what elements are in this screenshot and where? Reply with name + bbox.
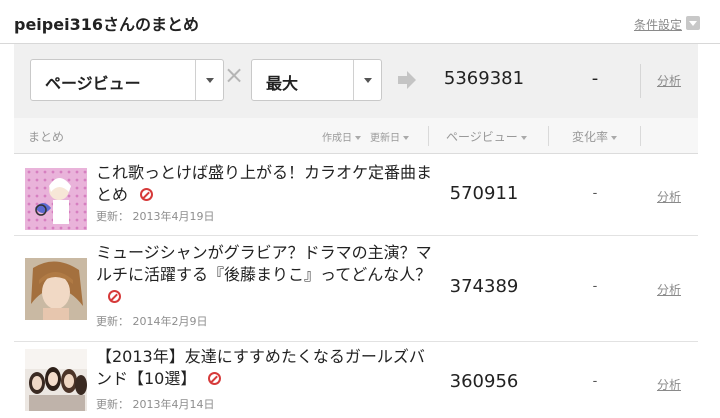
article-title[interactable]: ミュージシャンがグラビア？ドラマの主演？マルチに活躍する『後藤まりこ』ってどんな… [96,242,432,308]
updated-date: 更新： 2014年2月9日 [96,315,208,328]
sort-arrow-icon [403,136,409,140]
chevron-down-icon[interactable] [686,16,700,30]
total-change: - [591,68,599,89]
sort-pageviews[interactable]: ページビュー [446,128,527,145]
sort-pageviews-label: ページビュー [446,130,518,144]
sort-change-rate-label: 変化率 [572,130,609,144]
table-header: まとめ 作成日 更新日 ページビュー 変化率 [14,118,698,154]
divider [548,126,549,146]
updated-date: 更新： 2013年4月14日 [96,398,215,411]
divider [640,126,641,146]
divider [428,126,429,146]
thumbnail-image[interactable] [25,168,87,230]
chevron-down-icon[interactable] [353,60,381,100]
total-pageviews: 5369381 [443,68,525,89]
page-title: peipei316さんのまとめ [14,15,199,34]
metric-select-value: ページビュー [45,74,141,93]
filter-controls: ページビュー × 最大 5369381 - 分析 [14,44,698,118]
ban-icon [208,372,222,385]
change-rate: - [592,279,598,294]
sort-arrow-icon [520,135,527,140]
times-icon: × [223,61,245,89]
table-row: ミュージシャンがグラビア？ドラマの主演？マルチに活躍する『後藤まりこ』ってどんな… [14,236,698,342]
sort-updated-label: 更新日 [370,133,400,144]
range-select-value: 最大 [266,74,299,93]
ban-icon [108,290,121,303]
sort-updated[interactable]: 更新日 [370,129,409,144]
thumbnail-image[interactable] [25,349,87,411]
table-row: 【2013年】友達にすすめたくなるガールズバンド【10選】 更新： 2013年4… [14,342,698,418]
sort-created-label: 作成日 [322,133,352,144]
ban-icon [140,188,154,201]
page-header: peipei316さんのまとめ 条件設定 [0,0,720,44]
arrow-right-icon [398,71,416,89]
table-row: これ歌っとけば盛り上がる！カラオケ定番曲まとめ 更新： 2013年4月19日 5… [14,154,698,236]
thumbnail-image[interactable] [25,258,87,320]
total-analyze-link[interactable]: 分析 [644,72,694,89]
divider [640,64,641,98]
sort-change-rate[interactable]: 変化率 [572,128,618,145]
change-rate: - [592,186,598,201]
article-title-text[interactable]: ミュージシャンがグラビア？ドラマの主演？マルチに活躍する『後藤まりこ』ってどんな… [96,243,432,284]
pageview-count: 374389 [449,276,519,297]
chevron-down-icon[interactable] [195,60,223,100]
column-summary: まとめ [28,130,65,144]
metric-select[interactable]: ページビュー [30,59,224,101]
pageview-count: 360956 [449,371,519,392]
analyze-link[interactable]: 分析 [644,188,694,205]
condition-settings-link[interactable]: 条件設定 [634,16,682,33]
article-title-text[interactable]: 【2013年】友達にすすめたくなるガールズバンド【10選】 [96,347,425,388]
sort-arrow-icon [355,136,361,140]
analyze-link[interactable]: 分析 [644,376,694,393]
change-rate: - [592,374,598,389]
article-title[interactable]: 【2013年】友達にすすめたくなるガールズバンド【10選】 [96,346,432,390]
range-select[interactable]: 最大 [251,59,382,101]
sort-arrow-icon [611,135,618,140]
updated-date: 更新： 2013年4月19日 [96,210,215,223]
analyze-link[interactable]: 分析 [644,281,694,298]
sort-created[interactable]: 作成日 [322,129,361,144]
article-title[interactable]: これ歌っとけば盛り上がる！カラオケ定番曲まとめ [96,162,432,206]
pageview-count: 570911 [449,183,519,204]
